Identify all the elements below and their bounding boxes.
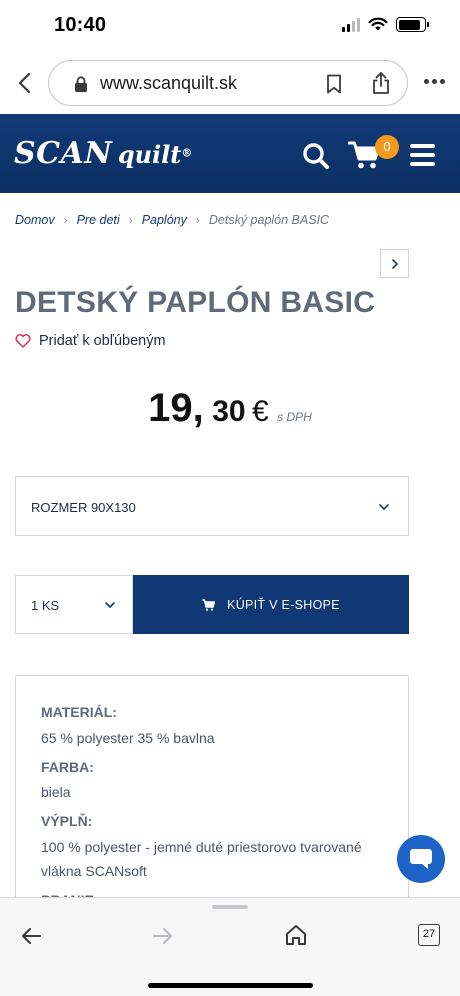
price-currency: € xyxy=(252,395,269,428)
spec-label-filling: VÝPLŇ: xyxy=(41,813,93,829)
cart-count-badge[interactable]: 0 xyxy=(375,135,399,159)
chevron-left-icon[interactable] xyxy=(14,70,36,96)
quantity-select[interactable]: 1 KS xyxy=(15,575,133,634)
spec-label-color: FARBA: xyxy=(41,759,94,775)
scanquilt-logo[interactable]: SCAN quilt® xyxy=(14,136,192,171)
chat-button[interactable] xyxy=(397,835,445,883)
price-integer: 19, xyxy=(148,386,204,430)
lock-icon xyxy=(75,76,87,92)
product-specs: MATERIÁL: 65 % polyester 35 % bavlna FAR… xyxy=(15,675,409,905)
arrow-left-icon[interactable] xyxy=(20,926,42,946)
spec-value-material: 65 % polyester 35 % bavlna xyxy=(41,730,215,746)
next-product-button[interactable] xyxy=(380,249,409,278)
price-vat-note: s DPH xyxy=(277,410,312,424)
add-to-favorites-link[interactable]: Pridať k obľúbeným xyxy=(15,333,166,349)
share-icon[interactable] xyxy=(371,71,391,95)
heart-icon xyxy=(15,334,31,348)
size-select-value: ROZMER 90X130 xyxy=(31,500,136,515)
add-to-favorites-label: Pridať k obľúbeným xyxy=(39,333,166,349)
product-title: DETSKÝ PAPLÓN BASIC xyxy=(15,286,376,319)
search-icon[interactable] xyxy=(302,142,330,170)
price-decimal: 30 xyxy=(212,395,246,428)
product-price: 19, 30 € s DPH xyxy=(0,386,460,431)
wifi-icon xyxy=(368,17,388,31)
breadcrumb-item-domov[interactable]: Domov xyxy=(15,213,55,227)
status-time: 10:40 xyxy=(54,14,107,36)
chevron-down-icon xyxy=(379,504,389,510)
tabs-count-button[interactable]: 27 xyxy=(418,924,440,946)
breadcrumb-separator-icon: › xyxy=(128,213,133,227)
url-text: www.scanquilt.sk xyxy=(100,73,238,93)
breadcrumb-item-pre-deti[interactable]: Pre deti xyxy=(77,213,120,227)
battery-icon xyxy=(396,17,429,32)
chevron-right-icon xyxy=(391,258,398,269)
quantity-select-value: 1 KS xyxy=(31,598,60,613)
buy-button-label: KÚPIŤ V E-SHOPE xyxy=(227,597,340,612)
status-icons xyxy=(342,17,429,32)
site-header: SCAN quilt® 0 xyxy=(0,114,460,193)
more-icon[interactable] xyxy=(424,79,445,84)
address-bar[interactable]: www.scanquilt.sk xyxy=(48,60,408,106)
breadcrumb-item-paplony[interactable]: Paplóny xyxy=(142,213,187,227)
chevron-down-icon xyxy=(105,602,115,608)
home-icon[interactable] xyxy=(285,923,307,947)
spec-value-filling: 100 % polyester - jemné duté priestorovo… xyxy=(41,839,362,879)
cart-icon xyxy=(202,598,216,611)
home-indicator xyxy=(148,983,313,988)
breadcrumb: Domov › Pre deti › Paplóny › Detský papl… xyxy=(15,213,329,227)
browser-bar: www.scanquilt.sk xyxy=(0,52,460,114)
breadcrumb-item-current: Detský paplón BASIC xyxy=(208,213,330,227)
chat-icon xyxy=(410,849,432,869)
spec-value-color: biela xyxy=(41,784,71,800)
buy-in-eshop-button[interactable]: KÚPIŤ V E-SHOPE xyxy=(133,575,409,634)
browser-toolbar: 27 xyxy=(0,897,460,996)
status-bar: 10:40 xyxy=(0,0,460,52)
toolbar-handle[interactable] xyxy=(212,905,248,909)
breadcrumb-separator-icon: › xyxy=(63,213,68,227)
spec-label-material: MATERIÁL: xyxy=(41,704,117,720)
hamburger-menu-icon[interactable] xyxy=(410,144,435,166)
cellular-signal-icon xyxy=(342,17,360,32)
arrow-right-icon[interactable] xyxy=(152,926,174,946)
size-select[interactable]: ROZMER 90X130 xyxy=(15,476,409,536)
bookmark-icon[interactable] xyxy=(326,74,342,94)
breadcrumb-separator-icon: › xyxy=(195,213,200,227)
